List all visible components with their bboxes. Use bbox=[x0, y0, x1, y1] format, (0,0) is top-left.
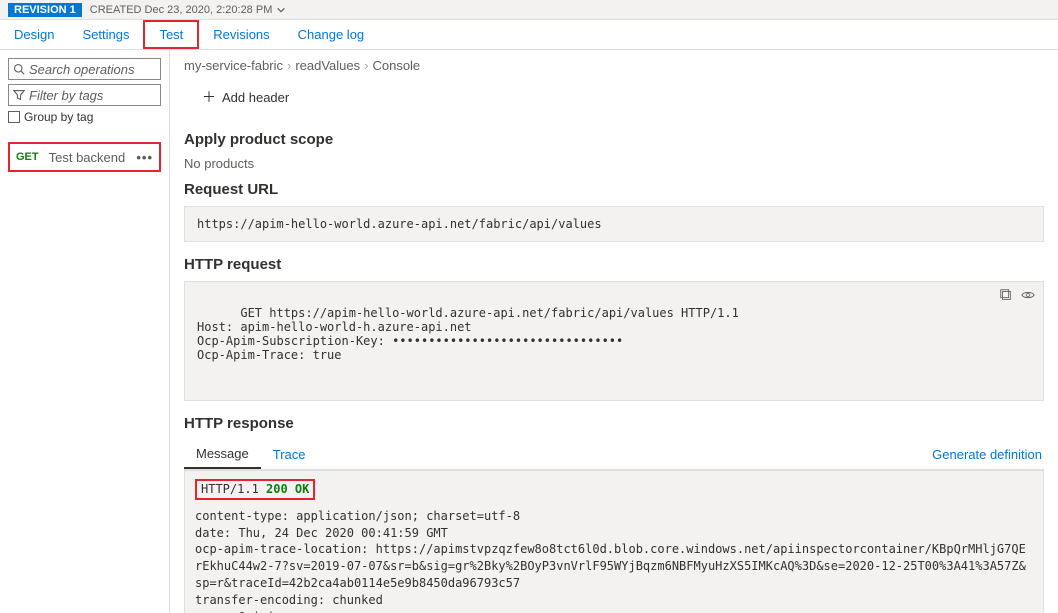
tab-test[interactable]: Test bbox=[143, 20, 199, 49]
section-http-response: HTTP response bbox=[184, 415, 1044, 432]
tab-design[interactable]: Design bbox=[0, 20, 68, 49]
plus-icon: ＋ bbox=[202, 87, 216, 107]
search-icon bbox=[13, 63, 25, 75]
filter-icon bbox=[13, 89, 25, 101]
main-tabs: Design Settings Test Revisions Change lo… bbox=[0, 20, 1058, 50]
tab-changelog[interactable]: Change log bbox=[284, 20, 379, 49]
section-request-url: Request URL bbox=[184, 181, 1044, 198]
sidebar: Search operations Filter by tags Group b… bbox=[0, 50, 170, 613]
reveal-icon[interactable] bbox=[1021, 288, 1035, 302]
chevron-down-icon bbox=[276, 5, 286, 15]
group-by-tag[interactable]: Group by tag bbox=[8, 110, 161, 124]
tab-settings[interactable]: Settings bbox=[68, 20, 143, 49]
more-icon[interactable]: ••• bbox=[136, 150, 153, 165]
operation-name: Test backend bbox=[49, 150, 126, 165]
tab-revisions[interactable]: Revisions bbox=[199, 20, 283, 49]
operation-test-backend[interactable]: GET Test backend ••• bbox=[8, 142, 161, 172]
revision-badge: REVISION 1 bbox=[8, 3, 82, 17]
operation-method: GET bbox=[16, 151, 39, 163]
section-apply-scope: Apply product scope bbox=[184, 131, 1044, 148]
response-body: HTTP/1.1 200 OK content-type: applicatio… bbox=[184, 470, 1044, 613]
tab-trace[interactable]: Trace bbox=[261, 441, 318, 468]
revision-bar: REVISION 1 CREATED Dec 23, 2020, 2:20:28… bbox=[0, 0, 1058, 20]
search-input[interactable]: Search operations bbox=[8, 58, 161, 80]
breadcrumb: my-service-fabric›readValues›Console bbox=[184, 58, 1044, 73]
tab-message[interactable]: Message bbox=[184, 440, 261, 469]
http-request-box: GET https://apim-hello-world.azure-api.n… bbox=[184, 281, 1044, 401]
main-panel: my-service-fabric›readValues›Console ＋ A… bbox=[170, 50, 1058, 613]
copy-icon[interactable] bbox=[999, 288, 1013, 302]
filter-input[interactable]: Filter by tags bbox=[8, 84, 161, 106]
request-url-box: https://apim-hello-world.azure-api.net/f… bbox=[184, 206, 1044, 242]
section-http-request: HTTP request bbox=[184, 256, 1044, 273]
checkbox-icon[interactable] bbox=[8, 111, 20, 123]
response-headers: content-type: application/json; charset=… bbox=[195, 508, 1033, 613]
status-line: HTTP/1.1 200 OK bbox=[195, 479, 315, 500]
no-products-text: No products bbox=[184, 156, 1044, 171]
generate-definition-link[interactable]: Generate definition bbox=[932, 447, 1044, 462]
response-tabs: Message Trace Generate definition bbox=[184, 440, 1044, 470]
revision-created[interactable]: CREATED Dec 23, 2020, 2:20:28 PM bbox=[90, 4, 287, 16]
add-header-button[interactable]: ＋ Add header bbox=[184, 83, 1044, 121]
